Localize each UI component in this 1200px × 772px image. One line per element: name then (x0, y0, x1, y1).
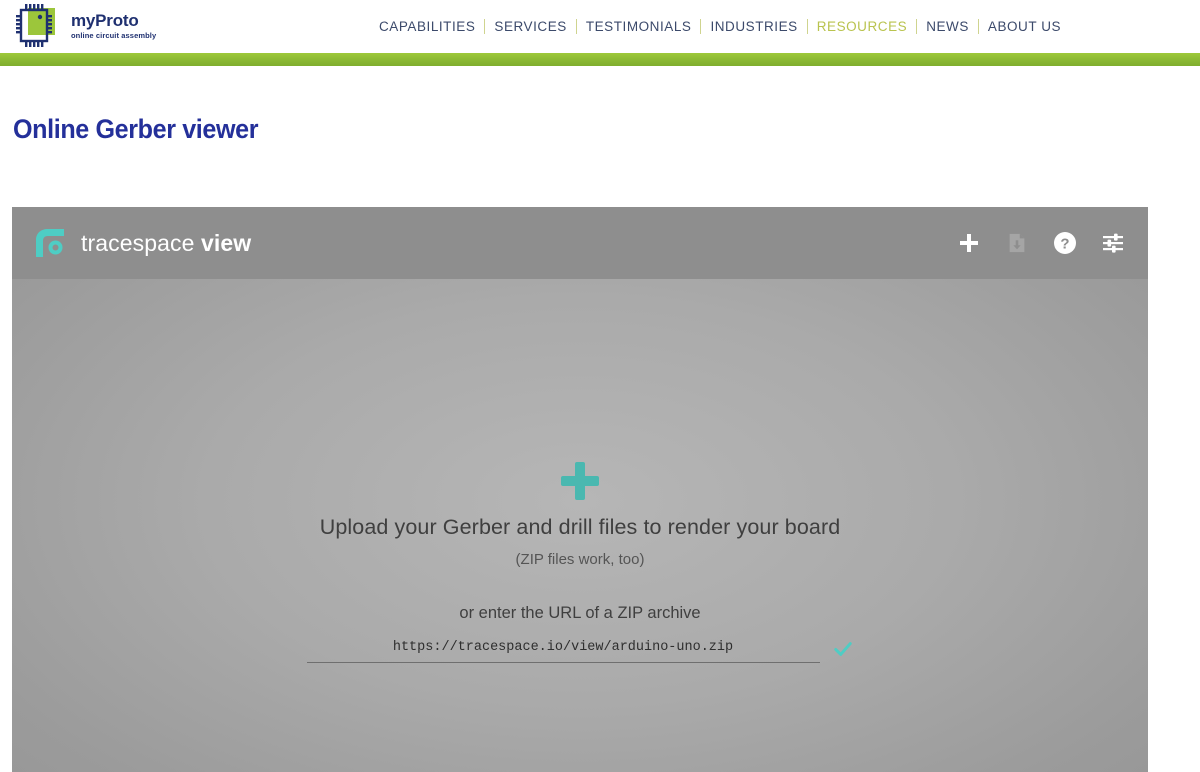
tracespace-view: view (201, 229, 252, 256)
nav-item-services[interactable]: SERVICES (485, 19, 575, 34)
settings-sliders-icon (1103, 233, 1123, 253)
help-circle-icon: ? (1054, 232, 1076, 254)
gerber-viewer-panel: tracespace view ? Upload your Gerber and… (12, 207, 1148, 772)
page-title: Online Gerber viewer (13, 114, 259, 144)
nav-item-about-us[interactable]: ABOUT US (979, 19, 1070, 34)
zip-url-input[interactable] (306, 635, 820, 663)
tracespace-logo-icon (36, 229, 64, 257)
viewer-toolbar: ? (956, 230, 1126, 256)
nav-item-resources[interactable]: RESOURCES (808, 19, 916, 34)
nav-item-news[interactable]: NEWS (917, 19, 978, 34)
accent-bar (0, 53, 1200, 66)
url-input-row (306, 635, 854, 663)
nav-item-industries[interactable]: INDUSTRIES (701, 19, 806, 34)
url-label: or enter the URL of a ZIP archive (459, 604, 701, 622)
brand-text: myProto online circuit assembly (71, 12, 156, 40)
upload-dropzone[interactable]: Upload your Gerber and drill files to re… (12, 279, 1148, 772)
upload-subtext: (ZIP files work, too) (515, 551, 645, 568)
file-download-icon (1009, 233, 1025, 253)
settings-button[interactable] (1100, 230, 1126, 256)
chip-logo-icon (16, 4, 55, 47)
download-render-button[interactable] (1004, 230, 1030, 256)
nav-item-testimonials[interactable]: TESTIMONIALS (577, 19, 701, 34)
plus-icon (960, 234, 978, 252)
tracespace-name: tracespace (81, 229, 195, 256)
add-files-button[interactable] (956, 230, 982, 256)
plus-large-icon[interactable] (558, 459, 602, 503)
site-brand[interactable]: myProto online circuit assembly (14, 3, 156, 49)
site-header: myProto online circuit assembly CAPABILI… (0, 0, 1200, 53)
nav-item-capabilities[interactable]: CAPABILITIES (370, 19, 484, 34)
brand-tagline: online circuit assembly (71, 30, 157, 40)
upload-headline: Upload your Gerber and drill files to re… (319, 515, 841, 539)
submit-url-button[interactable] (832, 638, 854, 660)
help-button[interactable]: ? (1052, 230, 1078, 256)
tracespace-wordmark: tracespace view (81, 230, 251, 257)
svg-text:?: ? (1060, 236, 1069, 253)
viewer-header: tracespace view ? (12, 207, 1148, 279)
tracespace-brand: tracespace view (33, 226, 251, 260)
check-icon (833, 642, 852, 656)
brand-name: myProto (71, 11, 139, 31)
main-navigation: CAPABILITIES SERVICES TESTIMONIALS INDUS… (370, 0, 1070, 53)
